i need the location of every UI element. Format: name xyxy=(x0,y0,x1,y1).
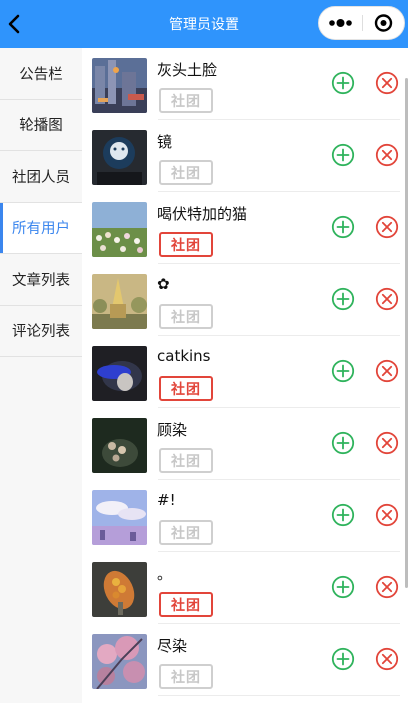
club-badge: 社团 xyxy=(159,88,213,113)
sidebar-item[interactable]: 文章列表 xyxy=(0,254,82,306)
user-name: 灰头土脸 xyxy=(157,61,218,79)
club-badge: 社团 xyxy=(159,160,213,185)
remove-user-button[interactable] xyxy=(375,287,399,311)
plus-circle-icon xyxy=(331,431,355,455)
club-badge: 社团 xyxy=(159,304,213,329)
user-name: catkins xyxy=(157,347,211,365)
sidebar-item[interactable]: 社团人员 xyxy=(0,151,82,203)
add-to-club-button[interactable] xyxy=(331,287,355,311)
user-row: #! 社团 xyxy=(82,480,408,552)
user-name: 顾染 xyxy=(157,421,188,439)
remove-user-button[interactable] xyxy=(375,215,399,239)
top-navbar: 管理员设置 xyxy=(0,0,408,48)
remove-user-button[interactable] xyxy=(375,359,399,383)
club-badge: 社团 xyxy=(159,520,213,545)
plus-circle-icon xyxy=(331,503,355,527)
avatar xyxy=(92,634,147,689)
user-row: 灰头土脸 社团 xyxy=(82,48,408,120)
plus-circle-icon xyxy=(331,287,355,311)
avatar xyxy=(92,130,147,185)
x-circle-icon xyxy=(375,359,399,383)
user-name: #! xyxy=(157,491,176,509)
club-badge: 社团 xyxy=(159,232,213,257)
remove-user-button[interactable] xyxy=(375,143,399,167)
plus-circle-icon xyxy=(331,575,355,599)
user-row: catkins 社团 xyxy=(82,336,408,408)
x-circle-icon xyxy=(375,575,399,599)
add-to-club-button[interactable] xyxy=(331,359,355,383)
add-to-club-button[interactable] xyxy=(331,575,355,599)
x-circle-icon xyxy=(375,287,399,311)
add-to-club-button[interactable] xyxy=(331,647,355,671)
avatar xyxy=(92,346,147,401)
add-to-club-button[interactable] xyxy=(331,215,355,239)
add-to-club-button[interactable] xyxy=(331,431,355,455)
club-badge: 社团 xyxy=(159,376,213,401)
sidebar-item[interactable]: 评论列表 xyxy=(0,306,82,357)
plus-circle-icon xyxy=(331,71,355,95)
remove-user-button[interactable] xyxy=(375,71,399,95)
user-row: 喝伏特加的猫 社团 xyxy=(82,192,408,264)
avatar xyxy=(92,418,147,473)
close-mini-program-button[interactable] xyxy=(363,7,404,39)
sidebar-item[interactable]: 公告栏 xyxy=(0,48,82,100)
remove-user-button[interactable] xyxy=(375,503,399,527)
club-badge: 社团 xyxy=(159,664,213,689)
avatar xyxy=(92,490,147,545)
user-list: 灰头土脸 社团镜社团 喝伏特加的猫 社团 ✿ 社团 catkins 社团 顾染 社团 #! 社团。社团… xyxy=(82,48,408,703)
sidebar-item[interactable]: 所有用户 xyxy=(0,202,82,254)
user-name: ✿ xyxy=(157,275,170,293)
user-row: 顾染 社团 xyxy=(82,408,408,480)
remove-user-button[interactable] xyxy=(375,647,399,671)
user-row: 镜社团 xyxy=(82,120,408,192)
avatar xyxy=(92,58,147,113)
add-to-club-button[interactable] xyxy=(331,503,355,527)
club-badge: 社团 xyxy=(159,448,213,473)
avatar xyxy=(92,202,147,257)
plus-circle-icon xyxy=(331,143,355,167)
remove-user-button[interactable] xyxy=(375,575,399,599)
avatar xyxy=(92,274,147,329)
user-row: 。社团 xyxy=(82,552,408,624)
mini-program-capsule xyxy=(318,6,405,40)
x-circle-icon xyxy=(375,215,399,239)
user-name: 镜 xyxy=(157,133,173,151)
user-row: ✿ 社团 xyxy=(82,264,408,336)
close-circle-icon xyxy=(374,14,393,32)
more-button[interactable] xyxy=(319,7,362,39)
plus-circle-icon xyxy=(331,215,355,239)
sidebar: 公告栏 轮播图 社团人员 所有用户 文章列表 评论列表 xyxy=(0,48,82,703)
plus-circle-icon xyxy=(331,647,355,671)
user-name: 喝伏特加的猫 xyxy=(157,205,248,223)
x-circle-icon xyxy=(375,503,399,527)
add-to-club-button[interactable] xyxy=(331,71,355,95)
avatar xyxy=(92,562,147,617)
x-circle-icon xyxy=(375,71,399,95)
user-row: 尽染 社团 xyxy=(82,624,408,696)
x-circle-icon xyxy=(375,647,399,671)
x-circle-icon xyxy=(375,143,399,167)
more-dots-icon xyxy=(329,19,352,27)
user-name: 尽染 xyxy=(157,637,188,655)
sidebar-item[interactable]: 轮播图 xyxy=(0,100,82,151)
add-to-club-button[interactable] xyxy=(331,143,355,167)
x-circle-icon xyxy=(375,431,399,455)
user-name: 。 xyxy=(157,565,173,583)
remove-user-button[interactable] xyxy=(375,431,399,455)
club-badge: 社团 xyxy=(159,592,213,617)
plus-circle-icon xyxy=(331,359,355,383)
